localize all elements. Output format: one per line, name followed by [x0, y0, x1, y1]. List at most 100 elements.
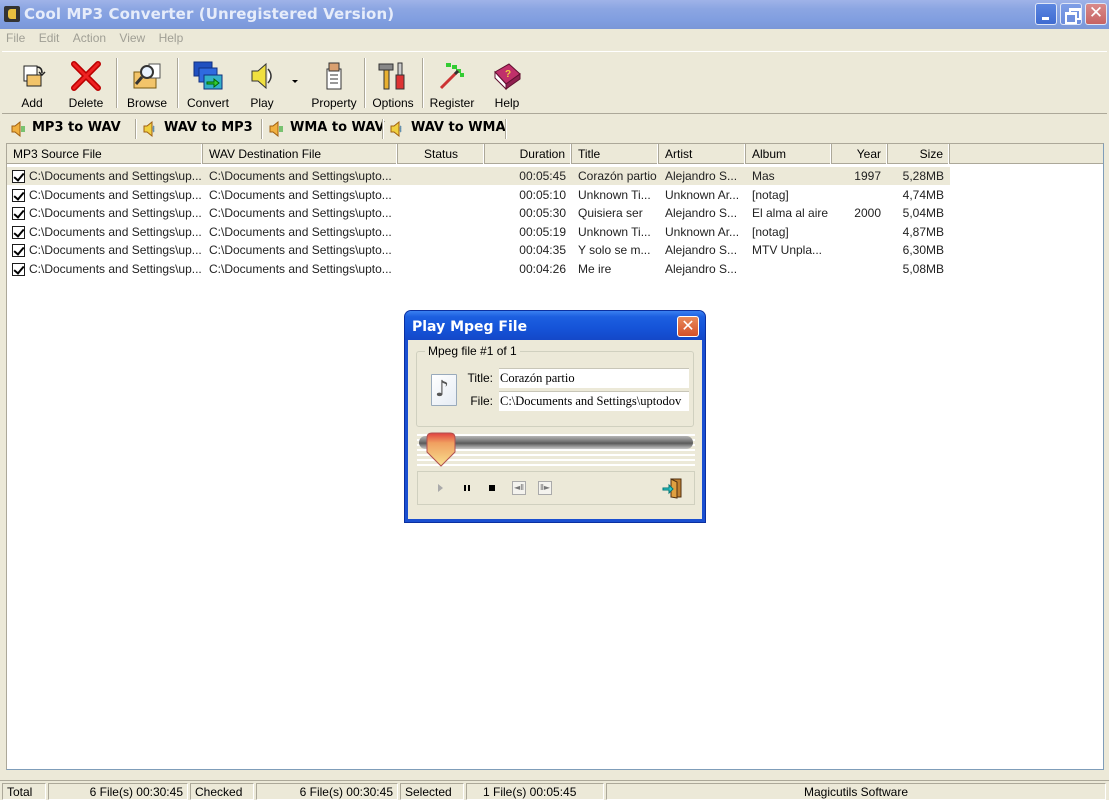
- cell-duration: 00:04:26: [519, 261, 566, 276]
- cell-title: Y solo se m...: [578, 243, 651, 257]
- minimize-button[interactable]: [1035, 3, 1057, 25]
- cell-duration: 00:05:30: [519, 206, 566, 220]
- browse-button[interactable]: Browse: [122, 56, 172, 112]
- row-checkbox[interactable]: [12, 262, 25, 276]
- add-file-icon: [16, 60, 48, 92]
- tab-wav-to-wma[interactable]: WAV to WMA: [383, 117, 506, 141]
- menu-edit[interactable]: Edit: [33, 29, 64, 45]
- col-header-year[interactable]: Year: [832, 144, 888, 164]
- menu-view[interactable]: View: [113, 29, 149, 45]
- help-book-icon: ?: [491, 60, 523, 92]
- cell-source: C:\Documents and Settings\up...: [29, 206, 201, 220]
- tab-wma-to-wav[interactable]: WMA to WAV: [262, 117, 385, 141]
- dialog-title: Play Mpeg File: [412, 319, 528, 335]
- next-button[interactable]: Ⅱ►: [538, 481, 552, 495]
- play-button[interactable]: Play: [240, 56, 284, 112]
- speaker-tab-icon: [269, 121, 283, 137]
- row-checkbox[interactable]: [12, 244, 25, 257]
- cell-title: Quisiera ser: [578, 206, 643, 220]
- seek-track[interactable]: [419, 436, 693, 449]
- cell-dest: C:\Documents and Settings\upto...: [209, 169, 392, 183]
- cell-album: Mas: [752, 169, 775, 183]
- table-row[interactable]: C:\Documents and Settings\up... C:\Docume…: [7, 223, 950, 241]
- cell-dest: C:\Documents and Settings\upto...: [209, 224, 392, 239]
- tab-divider: [505, 119, 507, 139]
- menu-action[interactable]: Action: [67, 29, 110, 45]
- cell-artist: Alejandro S...: [665, 206, 738, 220]
- row-checkbox[interactable]: [12, 207, 25, 220]
- status-selected-label: Selected: [400, 783, 464, 800]
- play-mpeg-dialog: Play Mpeg File ✕ Mpeg file #1 of 1 ♪ Tit…: [405, 311, 705, 522]
- help-label: Help: [494, 96, 520, 110]
- convert-button[interactable]: Convert: [182, 56, 234, 112]
- delete-label: Delete: [68, 96, 104, 110]
- tab-wav-to-mp3[interactable]: WAV to MP3: [136, 117, 260, 141]
- close-icon: ✕: [681, 316, 695, 335]
- cell-dest: C:\Documents and Settings\upto...: [209, 187, 392, 202]
- options-button[interactable]: Options: [368, 56, 418, 112]
- col-header-size[interactable]: Size: [888, 144, 950, 164]
- file-field[interactable]: C:\Documents and Settings\uptodov: [499, 391, 689, 411]
- close-icon: ✕: [1088, 3, 1104, 23]
- seek-bar[interactable]: [417, 431, 695, 467]
- previous-button[interactable]: ◄Ⅱ: [512, 481, 526, 495]
- row-checkbox[interactable]: [12, 225, 25, 239]
- cell-size: 5,08MB: [902, 261, 944, 276]
- table-row[interactable]: C:\Documents and Settings\up... C:\Docume…: [7, 204, 950, 222]
- convert-icon: [192, 60, 224, 92]
- speaker-tab-icon: [11, 121, 25, 137]
- tools-icon: [377, 60, 409, 92]
- status-bar: Total 6 File(s) 00:30:45 Checked 6 File(…: [0, 780, 1109, 800]
- table-row[interactable]: C:\Documents and Settings\up... C:\Docume…: [7, 260, 950, 278]
- menu-help[interactable]: Help: [153, 29, 188, 45]
- cell-duration: 00:05:19: [519, 224, 566, 239]
- status-company: Magicutils Software: [606, 783, 1106, 800]
- play-label: Play: [250, 96, 274, 110]
- play-icon[interactable]: [434, 481, 448, 495]
- delete-x-icon: [70, 60, 102, 92]
- row-checkbox[interactable]: [12, 170, 25, 183]
- table-row[interactable]: C:\Documents and Settings\up... C:\Docume…: [7, 167, 950, 185]
- row-checkbox[interactable]: [12, 188, 25, 202]
- help-button[interactable]: ? Help: [484, 56, 530, 112]
- pause-icon[interactable]: [460, 481, 474, 495]
- table-row[interactable]: C:\Documents and Settings\up... C:\Docume…: [7, 241, 950, 259]
- col-header-duration[interactable]: Duration: [485, 144, 572, 164]
- seek-thumb[interactable]: [425, 432, 457, 468]
- browse-folder-icon: [131, 60, 163, 92]
- col-header-album[interactable]: Album: [746, 144, 832, 164]
- tab-label: WAV to WMA: [411, 120, 506, 135]
- delete-button[interactable]: Delete: [62, 56, 110, 112]
- register-button[interactable]: Register: [426, 56, 478, 112]
- tab-mp3-to-wav[interactable]: MP3 to WAV: [4, 117, 134, 141]
- property-button[interactable]: Property: [306, 56, 362, 112]
- title-field[interactable]: Corazón partio: [499, 368, 689, 388]
- col-header-status[interactable]: Status: [398, 144, 485, 164]
- dialog-title-bar[interactable]: Play Mpeg File ✕: [405, 311, 705, 340]
- cell-dest: C:\Documents and Settings\upto...: [209, 206, 392, 220]
- menu-file[interactable]: File: [0, 29, 29, 45]
- cell-artist: Alejandro S...: [665, 243, 738, 257]
- close-button[interactable]: ✕: [1085, 3, 1107, 25]
- exit-door-icon[interactable]: [662, 477, 684, 499]
- title-label: Title:: [467, 371, 493, 385]
- cell-size: 5,28MB: [902, 169, 944, 183]
- restore-button[interactable]: [1060, 3, 1082, 25]
- options-label: Options: [372, 96, 414, 110]
- dialog-close-button[interactable]: ✕: [677, 316, 699, 337]
- col-header-title[interactable]: Title: [572, 144, 659, 164]
- mpeg-file-group: Mpeg file #1 of 1 ♪ Title: Corazón parti…: [416, 344, 694, 427]
- col-header-destination[interactable]: WAV Destination File: [203, 144, 398, 164]
- table-row[interactable]: C:\Documents and Settings\up... C:\Docume…: [7, 186, 950, 204]
- title-bar[interactable]: Cool MP3 Converter (Unregistered Version…: [0, 0, 1109, 29]
- browse-label: Browse: [126, 96, 167, 110]
- cell-duration: 00:05:10: [519, 187, 566, 202]
- col-header-source[interactable]: MP3 Source File: [7, 144, 203, 164]
- col-header-artist[interactable]: Artist: [659, 144, 746, 164]
- stop-icon[interactable]: [485, 481, 499, 495]
- cell-year: 2000: [854, 206, 881, 220]
- add-button[interactable]: Add: [8, 56, 56, 112]
- cell-source: C:\Documents and Settings\up...: [29, 187, 201, 202]
- play-dropdown-arrow[interactable]: [292, 80, 298, 83]
- cell-duration: 00:04:35: [519, 243, 566, 257]
